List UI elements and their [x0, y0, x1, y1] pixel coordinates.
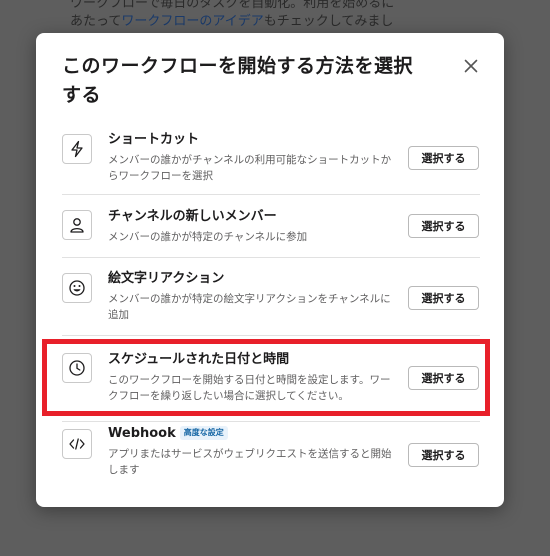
select-shortcut-button[interactable]: 選択する: [408, 146, 479, 170]
option-description: メンバーの誰かが特定の絵文字リアクションをチャンネルに追加: [108, 293, 391, 321]
background-text-segment: あたって: [70, 14, 122, 29]
close-icon: [464, 59, 478, 73]
option-shortcut: ショートカット メンバーの誰かがチャンネルの利用可能なショートカットからワークフ…: [62, 119, 480, 195]
select-scheduled-button[interactable]: 選択する: [408, 366, 479, 390]
lightning-icon: [62, 134, 92, 164]
workflow-ideas-link[interactable]: ワークフローのアイデア: [121, 14, 263, 29]
trigger-option-list: ショートカット メンバーの誰かがチャンネルの利用可能なショートカットからワークフ…: [62, 119, 480, 500]
code-icon: [62, 429, 92, 459]
select-emoji-reaction-button[interactable]: 選択する: [408, 286, 479, 310]
person-icon: [62, 210, 92, 240]
smiley-icon: [62, 273, 92, 303]
option-description: アプリまたはサービスがウェブリクエストを送信すると開始します: [108, 448, 392, 476]
background-text-line-2: あたってワークフローのアイデアもチェックしてみまし: [70, 10, 490, 29]
option-scheduled-date-time: スケジュールされた日付と時間 このワークフローを開始する日付と時間を設定します。…: [62, 336, 480, 422]
option-title: スケジュールされた日付と時間: [108, 352, 290, 367]
option-title: 絵文字リアクション: [108, 271, 225, 286]
option-description: メンバーの誰かがチャンネルの利用可能なショートカットからワークフローを選択: [108, 154, 392, 182]
background-text-segment: もチェックしてみまし: [263, 14, 394, 29]
option-new-channel-member: チャンネルの新しいメンバー メンバーの誰かが特定のチャンネルに参加 選択する: [62, 195, 480, 258]
option-description: このワークフローを開始する日付と時間を設定します。ワークフローを繰り返したい場合…: [108, 374, 391, 402]
clock-icon: [62, 353, 92, 383]
workflow-start-dialog: このワークフローを開始する方法を選択する ショートカット メンバーの誰かがチャン…: [36, 33, 504, 507]
select-webhook-button[interactable]: 選択する: [408, 443, 479, 467]
option-title: Webhook 高度な設定: [108, 425, 394, 443]
option-webhook: Webhook 高度な設定 アプリまたはサービスがウェブリクエストを送信すると開始…: [62, 422, 480, 500]
close-button[interactable]: [460, 55, 482, 77]
dialog-title: このワークフローを開始する方法を選択する: [62, 55, 414, 106]
select-new-member-button[interactable]: 選択する: [408, 214, 479, 238]
advanced-settings-badge: 高度な設定: [179, 426, 228, 440]
option-emoji-reaction: 絵文字リアクション メンバーの誰かが特定の絵文字リアクションをチャンネルに追加 …: [62, 258, 480, 336]
option-description: メンバーの誰かが特定のチャンネルに参加: [108, 231, 308, 243]
option-title: ショートカット: [108, 132, 200, 147]
option-title-text: Webhook: [108, 426, 176, 441]
option-title: チャンネルの新しいメンバー: [108, 209, 277, 224]
